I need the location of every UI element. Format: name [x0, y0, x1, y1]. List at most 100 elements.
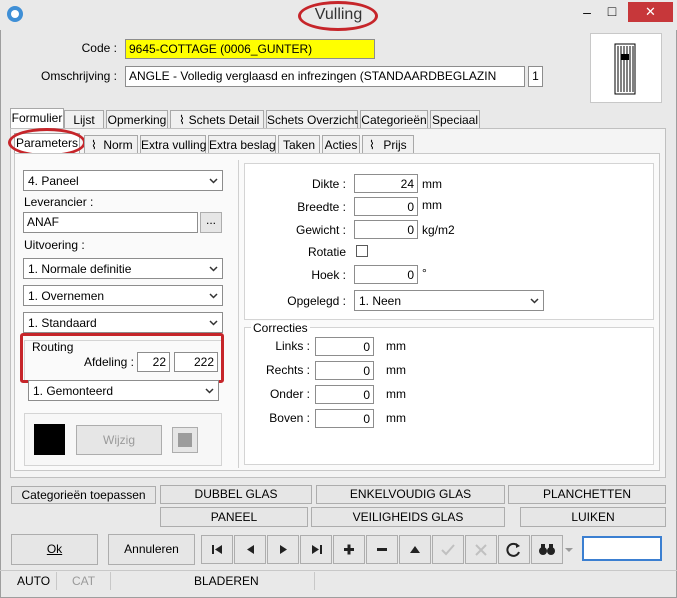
wijzig-button[interactable]: Wijzig	[76, 425, 162, 455]
categorieen-toepassen-button[interactable]: Categorieën toepassen	[11, 486, 156, 504]
chevron-down-icon	[209, 320, 218, 326]
tab-prijs[interactable]: ⌇ Prijs	[362, 135, 414, 154]
status-mode: AUTO	[17, 574, 51, 588]
boven-field[interactable]: 0	[315, 409, 374, 428]
cancel-record-button[interactable]	[465, 535, 497, 564]
status-separator	[110, 572, 111, 590]
type-select[interactable]: 4. Paneel	[23, 170, 223, 191]
caret-down-icon	[565, 548, 573, 552]
search-dropdown-arrow[interactable]	[564, 544, 574, 554]
gewicht-field[interactable]: 0	[354, 220, 418, 239]
rechts-field[interactable]: 0	[315, 361, 374, 380]
edit-record-button[interactable]	[399, 535, 431, 564]
dikte-unit: mm	[422, 177, 442, 191]
links-field[interactable]: 0	[315, 337, 374, 356]
code-label: Code :	[81, 41, 117, 55]
status-separator	[56, 572, 57, 590]
first-record-button[interactable]	[201, 535, 233, 564]
rotatie-checkbox[interactable]	[356, 245, 368, 257]
leverancier-label: Leverancier :	[24, 195, 94, 209]
luiken-button[interactable]: LUIKEN	[520, 507, 666, 527]
enkelvoudig-glas-button[interactable]: ENKELVOUDIG GLAS	[316, 485, 505, 504]
type-select-value: 4. Paneel	[28, 174, 79, 188]
dikte-field[interactable]: 24	[354, 174, 418, 193]
code-field[interactable]: 9645-COTTAGE (0006_GUNTER)	[125, 39, 375, 59]
uitvoering-select-3[interactable]: 1. Standaard	[23, 312, 223, 333]
preview-image[interactable]	[590, 33, 662, 103]
uitvoering-label: Uitvoering :	[24, 238, 85, 252]
onder-field[interactable]: 0	[315, 385, 374, 404]
omschrijving-field[interactable]: ANGLE - Volledig verglaasd en infrezinge…	[125, 66, 525, 87]
tab-norm-label: Norm	[103, 138, 133, 152]
tab-opmerking[interactable]: Opmerking	[106, 110, 168, 129]
onder-unit: mm	[386, 387, 406, 401]
hoek-label: Hoek :	[311, 268, 346, 282]
annuleren-button[interactable]: Annuleren	[108, 534, 195, 565]
paperclip-icon: ⌇	[369, 138, 375, 152]
leverancier-field[interactable]: ANAF	[23, 212, 198, 233]
search-input[interactable]	[582, 536, 662, 561]
tab-schets-detail[interactable]: ⌇ Schets Detail	[170, 110, 264, 129]
delete-record-button[interactable]	[366, 535, 398, 564]
tab-formulier[interactable]: Formulier	[10, 108, 64, 129]
add-record-button[interactable]	[333, 535, 365, 564]
uitvoering-select-3-value: 1. Standaard	[28, 316, 97, 330]
uitvoering-select-1-value: 1. Normale definitie	[28, 262, 132, 276]
opgelegd-select[interactable]: 1. Neen	[354, 290, 544, 311]
last-record-button[interactable]	[300, 535, 332, 564]
previous-icon	[247, 545, 254, 554]
opgelegd-label: Opgelegd :	[287, 294, 346, 308]
dikte-label: Dikte :	[311, 177, 346, 191]
chevron-down-icon	[209, 178, 218, 184]
breedte-field[interactable]: 0	[354, 197, 418, 216]
tab-prijs-label: Prijs	[383, 138, 407, 152]
color-picker-button[interactable]	[172, 427, 198, 453]
hoek-unit: °	[422, 266, 427, 280]
tab-schets-overzicht[interactable]: Schets Overzicht	[266, 110, 358, 129]
status-cat: CAT	[72, 574, 96, 588]
tab-acties[interactable]: Acties	[322, 135, 360, 154]
tab-taken[interactable]: Taken	[278, 135, 320, 154]
cross-icon	[475, 544, 487, 556]
uitvoering-select-2[interactable]: 1. Overnemen	[23, 285, 223, 306]
veiligheids-glas-button[interactable]: VEILIGHEIDS GLAS	[311, 507, 505, 527]
onder-label: Onder :	[269, 387, 310, 401]
next-record-button[interactable]	[267, 535, 299, 564]
close-button[interactable]: ✕	[628, 2, 673, 22]
tab-extra-vulling[interactable]: Extra vulling	[140, 135, 206, 154]
last-icon	[312, 545, 322, 554]
tab-lijst[interactable]: Lijst	[64, 110, 104, 129]
minus-icon	[377, 548, 387, 551]
window-preview-icon	[614, 43, 636, 95]
refresh-button[interactable]	[498, 535, 530, 564]
color-swatch[interactable]	[34, 424, 65, 455]
next-icon	[280, 545, 287, 554]
column-divider	[238, 160, 239, 468]
gemonteerd-select[interactable]: 1. Gemonteerd	[28, 380, 219, 401]
search-button[interactable]	[531, 535, 563, 564]
planchetten-button[interactable]: PLANCHETTEN	[508, 485, 666, 504]
omschrijving-label: Omschrijving :	[40, 69, 117, 83]
opgelegd-select-value: 1. Neen	[359, 294, 402, 308]
uitvoering-select-1[interactable]: 1. Normale definitie	[23, 258, 223, 279]
minimize-button[interactable]: –	[576, 4, 598, 22]
tab-categorieen[interactable]: Categorieën	[360, 110, 428, 129]
chevron-down-icon	[209, 266, 218, 272]
chevron-down-icon	[209, 293, 218, 299]
leverancier-browse-button[interactable]: ...	[200, 212, 222, 233]
links-unit: mm	[386, 339, 406, 353]
ok-button[interactable]: Ok	[11, 534, 98, 565]
boven-label: Boven :	[269, 411, 310, 425]
annotation-box-routing	[20, 333, 224, 383]
confirm-record-button[interactable]	[432, 535, 464, 564]
paneel-button[interactable]: PANEEL	[160, 507, 308, 527]
paperclip-icon: ⌇	[91, 138, 97, 152]
hoek-field[interactable]: 0	[354, 265, 418, 284]
previous-record-button[interactable]	[234, 535, 266, 564]
tab-norm[interactable]: ⌇ Norm	[84, 135, 138, 154]
check-icon	[441, 544, 455, 556]
tab-speciaal[interactable]: Speciaal	[430, 110, 480, 129]
tab-extra-beslag[interactable]: Extra beslag	[208, 135, 276, 154]
maximize-button[interactable]: □	[601, 3, 623, 21]
dubbel-glas-button[interactable]: DUBBEL GLAS	[160, 485, 312, 504]
